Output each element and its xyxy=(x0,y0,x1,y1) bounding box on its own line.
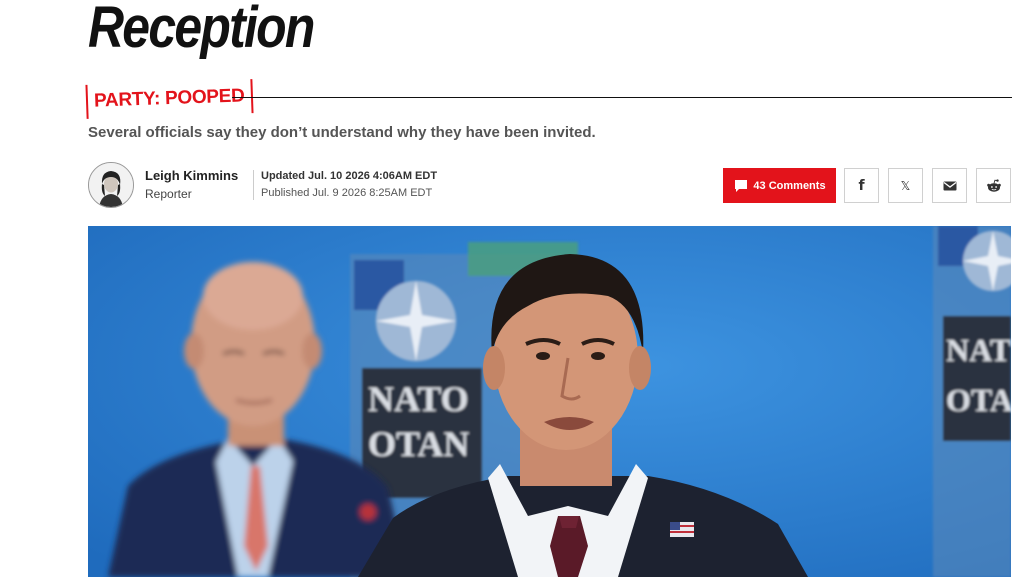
author-role: Reporter xyxy=(145,187,192,201)
article-headline: Reception xyxy=(88,0,315,60)
section-rubric[interactable]: PARTY: POOPED xyxy=(85,79,254,119)
author-avatar-illustration xyxy=(89,163,133,207)
comment-icon xyxy=(735,179,748,192)
article-dek: Several officials say they don’t underst… xyxy=(88,124,596,141)
hero-photo-illustration: NATO OTAN NAT OTA xyxy=(88,226,1011,577)
share-facebook-button[interactable]: f xyxy=(844,168,879,203)
hero-image[interactable]: NATO OTAN NAT OTA xyxy=(88,226,1011,577)
otan-text-right: OTA xyxy=(946,382,1011,418)
otan-text-left: OTAN xyxy=(368,424,469,464)
share-email-button[interactable] xyxy=(932,168,967,203)
author-avatar[interactable] xyxy=(88,162,134,208)
email-icon xyxy=(943,181,956,190)
x-icon: 𝕏 xyxy=(900,178,911,193)
published-timestamp: Published Jul. 9 2026 8:25AM EDT xyxy=(261,187,433,199)
byline-divider xyxy=(253,170,254,200)
author-name[interactable]: Leigh Kimmins xyxy=(145,168,238,183)
comments-button[interactable]: 43 Comments xyxy=(723,168,836,203)
updated-timestamp: Updated Jul. 10 2026 4:06AM EDT xyxy=(261,170,438,182)
reddit-icon xyxy=(986,178,1001,192)
share-x-button[interactable]: 𝕏 xyxy=(888,168,923,203)
nato-text-left: NATO xyxy=(368,379,469,419)
facebook-icon: f xyxy=(858,177,865,194)
nato-text-right: NAT xyxy=(946,332,1011,368)
rubric-row: PARTY: POOPED xyxy=(85,79,1012,119)
comments-label: 43 Comments xyxy=(753,179,826,192)
byline: Leigh Kimmins Reporter Updated Jul. 10 2… xyxy=(88,162,1012,210)
share-reddit-button[interactable] xyxy=(976,168,1011,203)
rubric-divider xyxy=(232,97,1012,98)
nato-backdrop-right: NAT OTA xyxy=(933,226,1011,577)
